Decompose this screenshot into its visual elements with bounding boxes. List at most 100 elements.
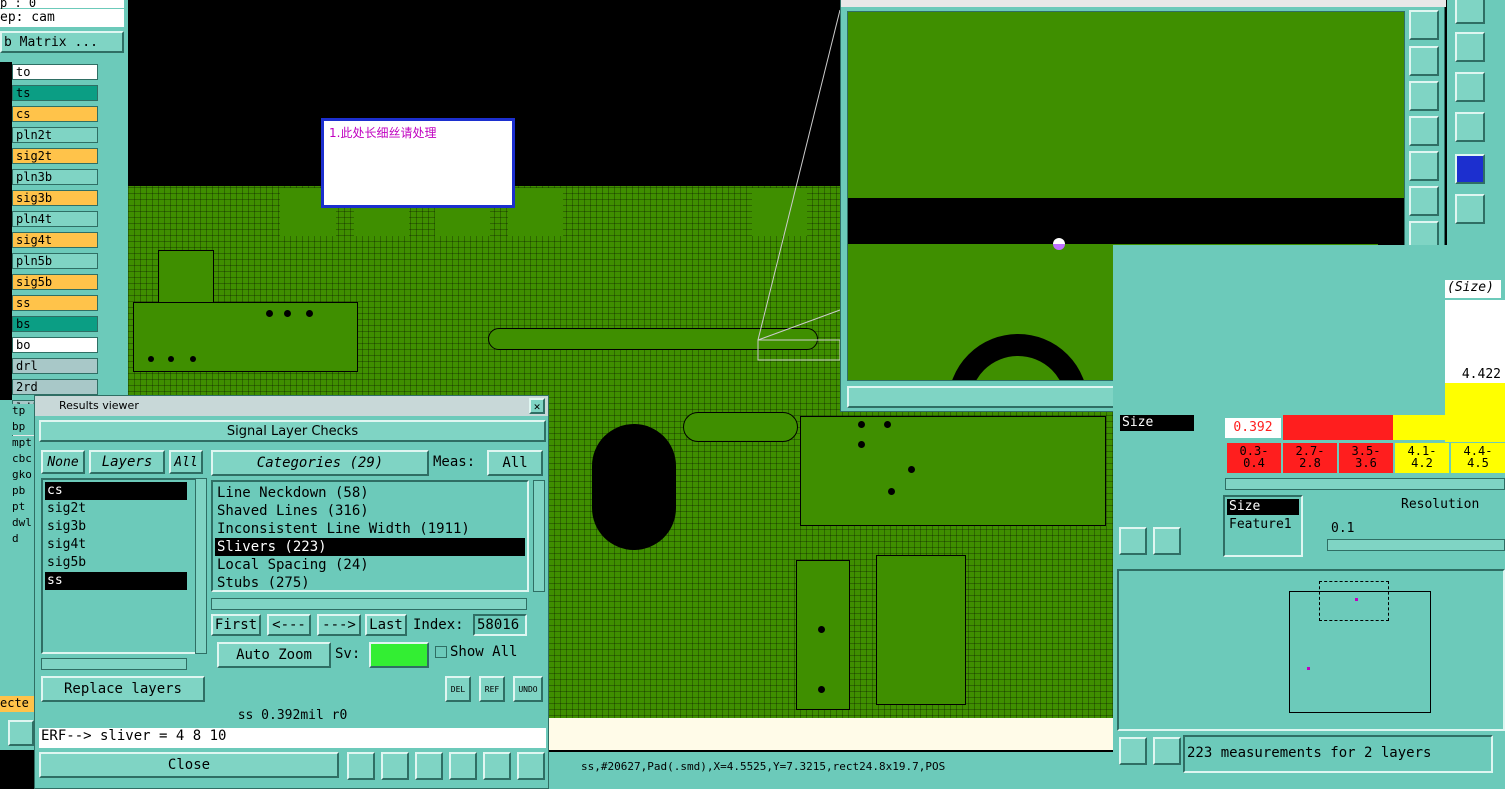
meas-dropdown[interactable]: All — [487, 450, 543, 476]
histogram-bin[interactable]: 2.7- 2.8 — [1283, 443, 1337, 473]
measure-icon[interactable] — [8, 720, 34, 746]
matrix-button[interactable]: b Matrix ... — [0, 31, 124, 53]
layer-item-bo[interactable]: bo — [12, 337, 98, 353]
ref-button[interactable]: REF — [479, 676, 505, 702]
zoom-fit-icon[interactable] — [1409, 10, 1439, 40]
layer-icon[interactable] — [347, 752, 375, 780]
layer-item-2rd[interactable]: 2rd — [12, 379, 98, 395]
category-item[interactable]: Line Neckdown (58) — [215, 484, 525, 502]
close-icon[interactable]: ✕ — [529, 398, 545, 414]
categories-listbox[interactable]: Line Neckdown (58) Shaved Lines (316) Inco… — [211, 480, 529, 592]
layer-item-sig5b[interactable]: sig5b — [12, 274, 98, 290]
yellow-bar-2 — [1393, 415, 1445, 440]
ref-icon-2[interactable] — [1153, 737, 1181, 765]
resolution-slider[interactable] — [1327, 539, 1505, 551]
layer-item-bs[interactable]: bs — [12, 316, 98, 332]
feature-list[interactable]: Size Feature1 — [1223, 495, 1303, 557]
ref-clear-icon[interactable] — [415, 752, 443, 780]
category-item[interactable]: Inconsistent Line Width (1911) — [215, 520, 525, 538]
replace-layers-button[interactable]: Replace layers — [41, 676, 205, 702]
short-layer-item[interactable]: d — [12, 532, 36, 547]
last-button[interactable]: Last — [365, 614, 407, 636]
layer-item-ts[interactable]: ts — [12, 85, 98, 101]
size-item[interactable]: Size — [1227, 499, 1299, 515]
rv-layer-item[interactable]: ss — [45, 572, 187, 590]
window-icon[interactable] — [1455, 0, 1485, 24]
rv-titlebar: Results viewer ✕ — [35, 396, 548, 416]
all-button[interactable]: All — [169, 450, 203, 474]
del-icon[interactable] — [1119, 527, 1147, 555]
histogram-bin[interactable]: 4.1- 4.2 — [1395, 443, 1449, 473]
rv-layer-item[interactable]: sig5b — [45, 554, 187, 572]
histogram-bin[interactable]: 4.4- 4.5 — [1451, 443, 1505, 473]
short-layer-item[interactable]: dwl — [12, 516, 36, 531]
category-item[interactable]: Slivers (223) — [215, 538, 525, 556]
zoom-in-icon[interactable] — [1409, 186, 1439, 216]
del-icon-2[interactable] — [1119, 737, 1147, 765]
layer-item-sig2t[interactable]: sig2t — [12, 148, 98, 164]
histogram-bin[interactable]: 0.3- 0.4 — [1227, 443, 1281, 473]
short-layer-item[interactable]: pb — [12, 484, 36, 499]
layer-item-sig3b[interactable]: sig3b — [12, 190, 98, 206]
index-input[interactable]: 58016 — [473, 614, 527, 636]
sv-color-dropdown[interactable] — [369, 642, 429, 668]
short-layer-item[interactable]: cbc — [12, 452, 36, 467]
layers-button[interactable]: Layers — [89, 450, 165, 474]
rv-layer-item[interactable]: sig2t — [45, 500, 187, 518]
pan-icon[interactable] — [1455, 72, 1485, 102]
hist-scrollbar[interactable] — [1225, 478, 1505, 490]
grid-icon[interactable] — [1455, 112, 1485, 142]
short-layer-item[interactable]: bp — [12, 420, 36, 435]
layers-listbox[interactable]: cs sig2t sig3b sig4t sig5b ss — [41, 478, 207, 654]
undo-button[interactable]: UNDO — [513, 676, 543, 702]
rv-close-button[interactable]: Close — [39, 752, 339, 778]
draw-icon[interactable] — [1455, 154, 1485, 184]
categories-hscroll[interactable] — [211, 598, 527, 610]
layer-item-sig4t[interactable]: sig4t — [12, 232, 98, 248]
category-item[interactable]: Shaved Lines (316) — [215, 502, 525, 520]
short-layer-item[interactable]: tp — [12, 404, 36, 419]
show-all-checkbox[interactable] — [435, 646, 447, 658]
layers-hscroll[interactable] — [41, 658, 187, 670]
minimap[interactable] — [1117, 569, 1505, 731]
ref-icon[interactable] — [1153, 527, 1181, 555]
category-item[interactable]: Stubs (275) — [215, 574, 525, 592]
chart-icon[interactable] — [517, 752, 545, 780]
rv-layer-item[interactable]: sig3b — [45, 518, 187, 536]
auto-zoom-dropdown[interactable]: Auto Zoom — [217, 642, 331, 668]
rv-layer-item[interactable]: cs — [45, 482, 187, 500]
cross-icon[interactable] — [1455, 194, 1485, 224]
feature-item[interactable]: Feature1 — [1227, 517, 1299, 533]
pan-down-icon[interactable] — [1409, 81, 1439, 111]
report-icon[interactable] — [483, 752, 511, 780]
pan-up-icon[interactable] — [1409, 46, 1439, 76]
layer-item-ss[interactable]: ss — [12, 295, 98, 311]
layer-item-pln2t[interactable]: pln2t — [12, 127, 98, 143]
none-button[interactable]: None — [41, 450, 85, 474]
del-button[interactable]: DEL — [445, 676, 471, 702]
prev-button[interactable]: <--- — [267, 614, 311, 636]
layer-item-drl[interactable]: drl — [12, 358, 98, 374]
short-layer-item[interactable]: mpt — [12, 436, 36, 451]
short-layer-item[interactable]: pt — [12, 500, 36, 515]
pan-right-icon[interactable] — [1409, 151, 1439, 181]
number-icon[interactable] — [449, 752, 477, 780]
layer-item-pln5b[interactable]: pln5b — [12, 253, 98, 269]
layers-vscroll[interactable] — [195, 478, 207, 654]
move-icon[interactable] — [1455, 32, 1485, 62]
categories-vscroll[interactable] — [533, 480, 545, 592]
pan-left-icon[interactable] — [1409, 116, 1439, 146]
layer-item-cs[interactable]: cs — [12, 106, 98, 122]
layer-item-pln4t[interactable]: pln4t — [12, 211, 98, 227]
layer-item-to[interactable]: to — [12, 64, 98, 80]
next-button[interactable]: ---> — [317, 614, 361, 636]
histogram-bin[interactable]: 3.5- 3.6 — [1339, 443, 1393, 473]
delete-icon[interactable] — [381, 752, 409, 780]
first-button[interactable]: First — [211, 614, 261, 636]
layer-item-pln3b[interactable]: pln3b — [12, 169, 98, 185]
value-0392: 0.392 — [1225, 418, 1281, 438]
short-layer-item[interactable]: gko — [12, 468, 36, 483]
category-item[interactable]: Local Spacing (24) — [215, 556, 525, 574]
rv-layer-item[interactable]: sig4t — [45, 536, 187, 554]
categories-button[interactable]: Categories (29) — [211, 450, 429, 476]
